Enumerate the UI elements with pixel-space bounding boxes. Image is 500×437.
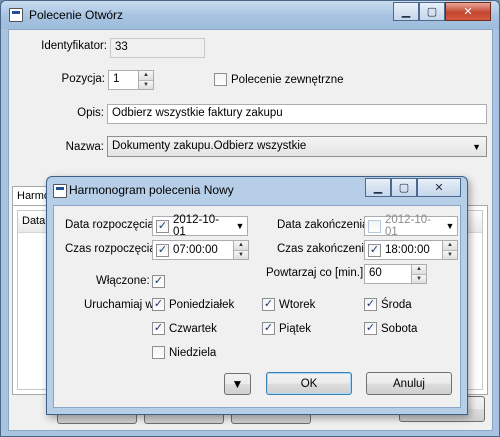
chevron-down-icon[interactable]: ▼ [233, 221, 247, 231]
czas-zakonczenia-label: Czas zakończenia: [277, 243, 374, 255]
sroda-label: Środa [381, 298, 412, 311]
identyfikator-label: Identyfikator: [41, 40, 107, 52]
data-zakonczenia-picker[interactable]: 2012-10-01 ▼ [364, 214, 458, 238]
zewnetrzne-label: Polecenie zewnętrzne [231, 73, 344, 86]
anuluj-label: Anuluj [393, 377, 425, 390]
czas-rozpoczecia-picker[interactable]: ✓ 07:00:00 ▲ ▼ [152, 240, 249, 260]
day-niedziela[interactable]: Niedziela [152, 346, 216, 359]
day-wtorek[interactable]: ✓ Wtorek [262, 298, 315, 311]
sobota-label: Sobota [381, 322, 418, 335]
dialog-close-button[interactable]: ✕ [417, 178, 461, 197]
powtarzaj-input[interactable]: 60 [364, 264, 412, 284]
chevron-down-icon: ▼ [472, 142, 481, 152]
pozycja-spin-buttons[interactable]: ▲ ▼ [139, 70, 154, 90]
opis-label: Opis: [77, 107, 104, 119]
uruchamiaj-label: Uruchamiaj w: [84, 299, 157, 311]
pozycja-stepper[interactable]: 1 ▲ ▼ [108, 70, 154, 90]
main-titlebar[interactable]: Polecenie Otwórz ▁ ▢ ✕ [1, 1, 499, 29]
czas-zakonczenia-picker[interactable]: ✓ 18:00:00 ▲ ▼ [364, 240, 458, 260]
day-poniedzialek[interactable]: ✓ Poniedziałek [152, 298, 234, 311]
wtorek-label: Wtorek [279, 298, 316, 311]
nazwa-label: Nazwa: [65, 141, 104, 153]
maximize-button[interactable]: ▢ [419, 2, 445, 21]
wlaczone-checkbox[interactable]: ✓ [152, 275, 165, 288]
czas-zakonczenia-field[interactable]: ✓ 18:00:00 [364, 240, 443, 260]
data-zakonczenia-check[interactable] [368, 219, 381, 233]
data-rozpoczecia-check[interactable]: ✓ [156, 219, 169, 233]
spin-down-icon[interactable]: ▼ [234, 249, 248, 259]
czas-rozpoczecia-spin[interactable]: ▲ ▼ [234, 240, 249, 260]
spin-up-icon[interactable]: ▲ [139, 71, 153, 80]
czwartek-label: Czwartek [169, 322, 217, 335]
day-sroda[interactable]: ✓ Środa [364, 298, 412, 311]
powtarzaj-label: Powtarzaj co [min.]: [266, 267, 367, 279]
opis-input[interactable]: Odbierz wszystkie faktury zakupu [107, 104, 487, 124]
niedziela-label: Niedziela [169, 346, 217, 359]
poniedzialek-label: Poniedziałek [169, 298, 235, 311]
spin-up-icon[interactable]: ▲ [234, 241, 248, 250]
wlaczone-label: Włączone: [96, 275, 150, 287]
dialog-minimize-button[interactable]: ▁ [365, 178, 391, 197]
close-button[interactable]: ✕ [445, 2, 491, 21]
powtarzaj-stepper[interactable]: 60 ▲ ▼ [364, 264, 427, 284]
maximize-icon: ▢ [398, 182, 410, 194]
zewnetrzne-checkbox[interactable]: Polecenie zewnętrzne [214, 73, 344, 86]
data-rozpoczecia-value: 2012-10-01 [173, 214, 220, 238]
dialog-client-area: Data rozpoczęcia: ✓ 2012-10-01 ▼ Data za… [53, 205, 461, 408]
wtorek-check[interactable]: ✓ [262, 298, 275, 311]
powtarzaj-spin[interactable]: ▲ ▼ [412, 264, 427, 284]
dialog-icon [53, 184, 67, 198]
app-icon [9, 8, 23, 22]
spin-down-icon[interactable]: ▼ [412, 273, 426, 283]
zewnetrzne-check-box[interactable] [214, 73, 227, 86]
data-rozpoczecia-label: Data rozpoczęcia: [65, 219, 158, 231]
day-sobota[interactable]: ✓ Sobota [364, 322, 417, 335]
minimize-icon: ▁ [373, 182, 383, 194]
spin-down-icon[interactable]: ▼ [139, 79, 153, 89]
dialog-title: Harmonogram polecenia Nowy [69, 183, 234, 197]
minimize-icon: ▁ [401, 6, 411, 18]
czwartek-check[interactable]: ✓ [152, 322, 165, 335]
sroda-check[interactable]: ✓ [364, 298, 377, 311]
expand-button[interactable]: ▼ [224, 373, 251, 395]
close-icon: ✕ [463, 6, 473, 18]
czas-rozpoczecia-value: 07:00:00 [173, 244, 218, 256]
sobota-check[interactable]: ✓ [364, 322, 377, 335]
spin-up-icon[interactable]: ▲ [412, 265, 426, 274]
czas-zakonczenia-spin[interactable]: ▲ ▼ [443, 240, 458, 260]
pozycja-input[interactable]: 1 [108, 70, 139, 90]
harmonogram-dialog: Harmonogram polecenia Nowy ▁ ▢ ✕ Data ro… [46, 176, 468, 415]
ok-label: OK [300, 377, 318, 390]
minimize-button[interactable]: ▁ [393, 2, 419, 21]
chevron-down-icon[interactable]: ▼ [443, 221, 457, 231]
day-czwartek[interactable]: ✓ Czwartek [152, 322, 217, 335]
dialog-maximize-button[interactable]: ▢ [391, 178, 417, 197]
data-zakonczenia-value: 2012-10-01 [385, 214, 432, 238]
piatek-label: Piątek [279, 322, 311, 335]
poniedzialek-check[interactable]: ✓ [152, 298, 165, 311]
nazwa-select[interactable]: Dokumenty zakupu.Odbierz wszystkie ▼ [107, 136, 487, 157]
czas-rozpoczecia-label: Czas rozpoczęcia: [65, 243, 159, 255]
czas-rozpoczecia-check[interactable]: ✓ [156, 243, 169, 257]
pozycja-label: Pozycja: [61, 73, 105, 85]
close-icon: ✕ [434, 182, 444, 194]
anuluj-button[interactable]: Anuluj [366, 372, 452, 395]
piatek-check[interactable]: ✓ [262, 322, 275, 335]
data-zakonczenia-label: Data zakończenia: [277, 219, 372, 231]
czas-zakonczenia-check[interactable]: ✓ [368, 243, 381, 257]
czas-rozpoczecia-field[interactable]: ✓ 07:00:00 [152, 240, 234, 260]
window-title: Polecenie Otwórz [29, 8, 124, 22]
spin-down-icon[interactable]: ▼ [443, 249, 457, 259]
identyfikator-field: 33 [110, 38, 205, 58]
czas-zakonczenia-value: 18:00:00 [385, 244, 430, 256]
ok-button[interactable]: OK [266, 372, 352, 395]
spin-up-icon[interactable]: ▲ [443, 241, 457, 250]
data-rozpoczecia-picker[interactable]: ✓ 2012-10-01 ▼ [152, 214, 248, 238]
chevron-down-icon: ▼ [231, 377, 244, 391]
niedziela-check[interactable] [152, 346, 165, 359]
nazwa-value: Dokumenty zakupu.Odbierz wszystkie [112, 140, 307, 152]
day-piatek[interactable]: ✓ Piątek [262, 322, 311, 335]
maximize-icon: ▢ [426, 6, 438, 18]
